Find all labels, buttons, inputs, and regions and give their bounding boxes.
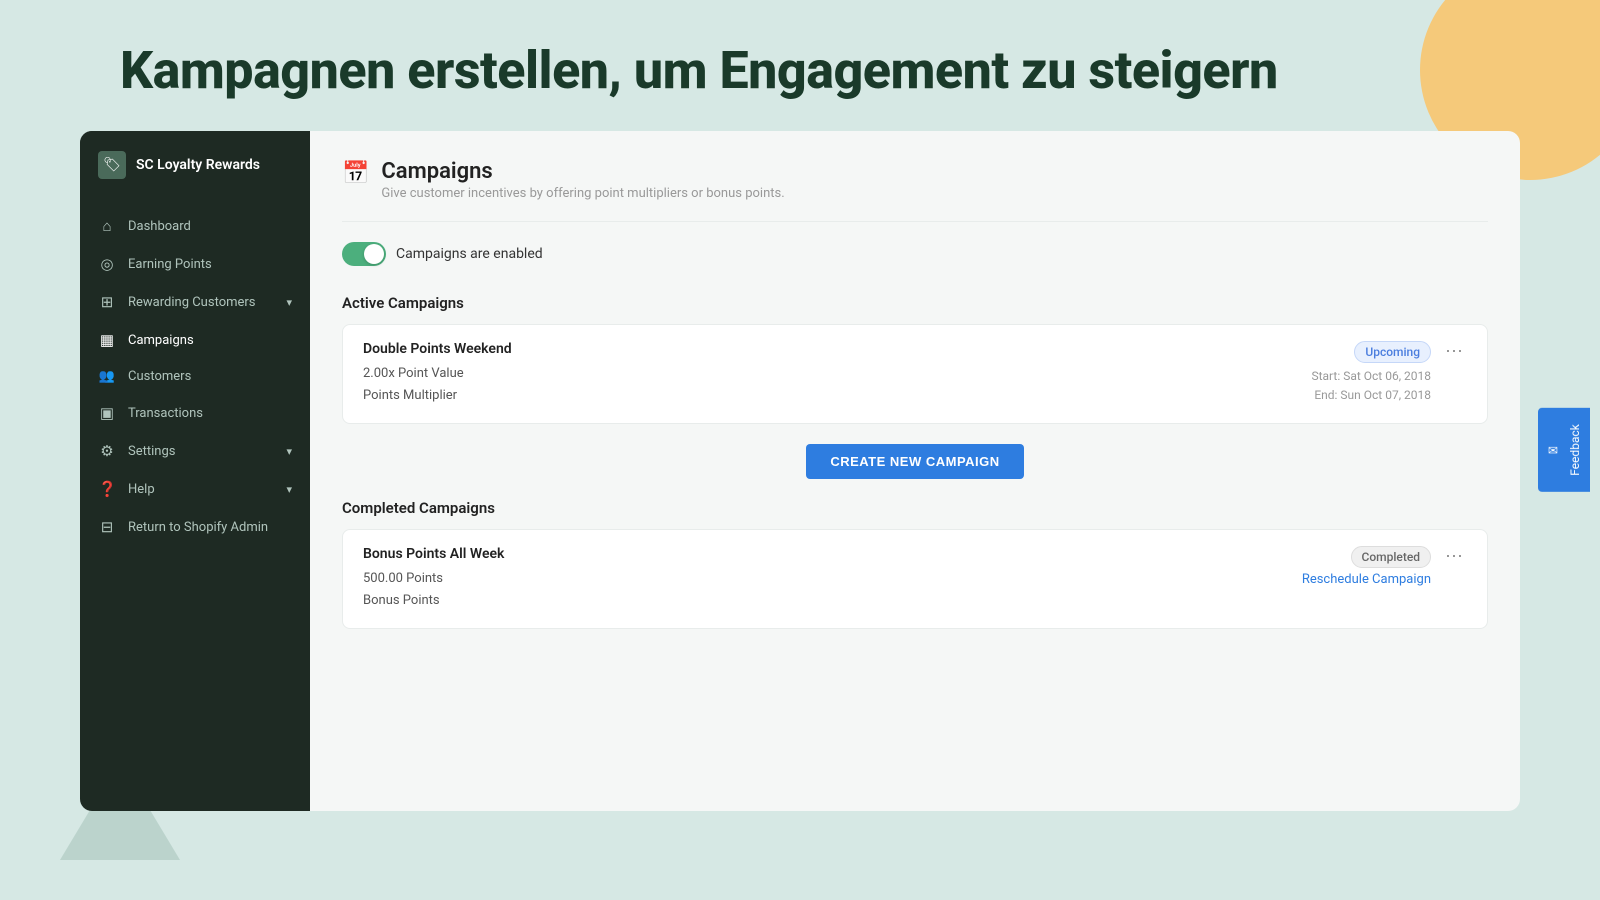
- main-layout: 🏷 SC Loyalty Rewards ⌂ Dashboard ◎ Earni…: [80, 131, 1520, 811]
- campaign-right: Upcoming Start: Sat Oct 06, 2018 End: Su…: [1311, 341, 1467, 405]
- sidebar-item-label: Return to Shopify Admin: [128, 520, 268, 535]
- campaign-name-completed: Bonus Points All Week: [363, 546, 504, 562]
- sidebar-nav: ⌂ Dashboard ◎ Earning Points ⊞ Rewarding…: [80, 199, 310, 554]
- chevron-down-icon: ▾: [286, 296, 292, 309]
- sidebar-item-settings[interactable]: ⚙ Settings ▾: [80, 432, 310, 470]
- sidebar-item-help[interactable]: ❓ Help ▾: [80, 470, 310, 508]
- brand-name: SC Loyalty Rewards: [136, 157, 260, 173]
- sidebar-item-label: Campaigns: [128, 333, 194, 348]
- sidebar-item-dashboard[interactable]: ⌂ Dashboard: [80, 207, 310, 245]
- feedback-label: Feedback: [1568, 424, 1582, 476]
- content-header: 📅 Campaigns Give customer incentives by …: [342, 159, 1488, 201]
- campaign-meta-completed: Completed Reschedule Campaign: [1302, 546, 1431, 587]
- page-header: Kampagnen erstellen, um Engagement zu st…: [0, 0, 1600, 131]
- completed-campaigns-title: Completed Campaigns: [342, 499, 1488, 517]
- status-badge: Upcoming: [1354, 341, 1431, 363]
- brand-icon: 🏷: [98, 151, 126, 179]
- create-btn-row: CREATE NEW CAMPAIGN: [342, 444, 1488, 479]
- toggle-label: Campaigns are enabled: [396, 246, 543, 262]
- sidebar-item-transactions[interactable]: ▣ Transactions: [80, 394, 310, 432]
- campaigns-icon: ▦: [98, 331, 116, 349]
- sidebar-item-return-shopify[interactable]: ⊟ Return to Shopify Admin: [80, 508, 310, 546]
- transactions-icon: ▣: [98, 404, 116, 422]
- return-icon: ⊟: [98, 518, 116, 536]
- campaign-info: Double Points Weekend 2.00x Point Value …: [363, 341, 512, 407]
- rewarding-icon: ⊞: [98, 293, 116, 311]
- campaign-more-button[interactable]: ···: [1441, 341, 1467, 359]
- home-icon: ⌂: [98, 217, 116, 235]
- campaign-card-inner-completed: Bonus Points All Week 500.00 Points Bonu…: [363, 546, 1467, 612]
- campaign-right-completed: Completed Reschedule Campaign ···: [1302, 546, 1467, 587]
- sidebar-brand: 🏷 SC Loyalty Rewards: [80, 131, 310, 199]
- sidebar-item-label: Customers: [128, 369, 191, 384]
- settings-icon: ⚙: [98, 442, 116, 460]
- reschedule-link[interactable]: Reschedule Campaign: [1302, 572, 1431, 587]
- content-header-text: Campaigns Give customer incentives by of…: [381, 159, 784, 201]
- main-content: 📅 Campaigns Give customer incentives by …: [310, 131, 1520, 811]
- create-campaign-button[interactable]: CREATE NEW CAMPAIGN: [806, 444, 1023, 479]
- status-badge-completed: Completed: [1351, 546, 1432, 568]
- divider: [342, 221, 1488, 222]
- campaigns-header-icon: 📅: [342, 161, 369, 186]
- sidebar-item-campaigns[interactable]: ▦ Campaigns: [80, 321, 310, 359]
- campaign-info-completed: Bonus Points All Week 500.00 Points Bonu…: [363, 546, 504, 612]
- chevron-down-icon: ▾: [286, 445, 292, 458]
- customers-icon: 👥: [98, 369, 116, 384]
- earning-icon: ◎: [98, 255, 116, 273]
- completed-campaign-card-0: Bonus Points All Week 500.00 Points Bonu…: [342, 529, 1488, 629]
- sidebar-item-earning-points[interactable]: ◎ Earning Points: [80, 245, 310, 283]
- sidebar-item-label: Dashboard: [128, 219, 191, 234]
- feedback-tab[interactable]: ✉ Feedback: [1538, 408, 1590, 492]
- active-campaign-card-0: Double Points Weekend 2.00x Point Value …: [342, 324, 1488, 424]
- brand-icon-glyph: 🏷: [103, 157, 121, 173]
- feedback-icon: ✉: [1546, 443, 1560, 457]
- campaign-more-button-completed[interactable]: ···: [1441, 546, 1467, 564]
- campaign-card-inner: Double Points Weekend 2.00x Point Value …: [363, 341, 1467, 407]
- campaign-dates: Start: Sat Oct 06, 2018 End: Sun Oct 07,…: [1311, 367, 1431, 405]
- campaign-meta: Upcoming Start: Sat Oct 06, 2018 End: Su…: [1311, 341, 1431, 405]
- active-campaigns-title: Active Campaigns: [342, 294, 1488, 312]
- sidebar-item-label: Earning Points: [128, 257, 212, 272]
- campaign-detail: 2.00x Point Value Points Multiplier: [363, 363, 512, 407]
- sidebar-item-customers[interactable]: 👥 Customers: [80, 359, 310, 394]
- campaign-detail-completed: 500.00 Points Bonus Points: [363, 568, 504, 612]
- content-subtitle: Give customer incentives by offering poi…: [381, 186, 784, 201]
- sidebar-item-label: Rewarding Customers: [128, 295, 256, 310]
- sidebar-item-label: Settings: [128, 444, 175, 459]
- chevron-down-icon: ▾: [286, 483, 292, 496]
- sidebar-item-label: Help: [128, 482, 155, 497]
- sidebar-item-rewarding-customers[interactable]: ⊞ Rewarding Customers ▾: [80, 283, 310, 321]
- toggle-row: Campaigns are enabled: [342, 238, 1488, 270]
- page-heading: Kampagnen erstellen, um Engagement zu st…: [120, 40, 1600, 101]
- sidebar-item-label: Transactions: [128, 406, 203, 421]
- help-icon: ❓: [98, 480, 116, 498]
- campaign-name: Double Points Weekend: [363, 341, 512, 357]
- campaigns-toggle[interactable]: [342, 242, 386, 266]
- sidebar: 🏷 SC Loyalty Rewards ⌂ Dashboard ◎ Earni…: [80, 131, 310, 811]
- content-title: Campaigns: [381, 159, 784, 184]
